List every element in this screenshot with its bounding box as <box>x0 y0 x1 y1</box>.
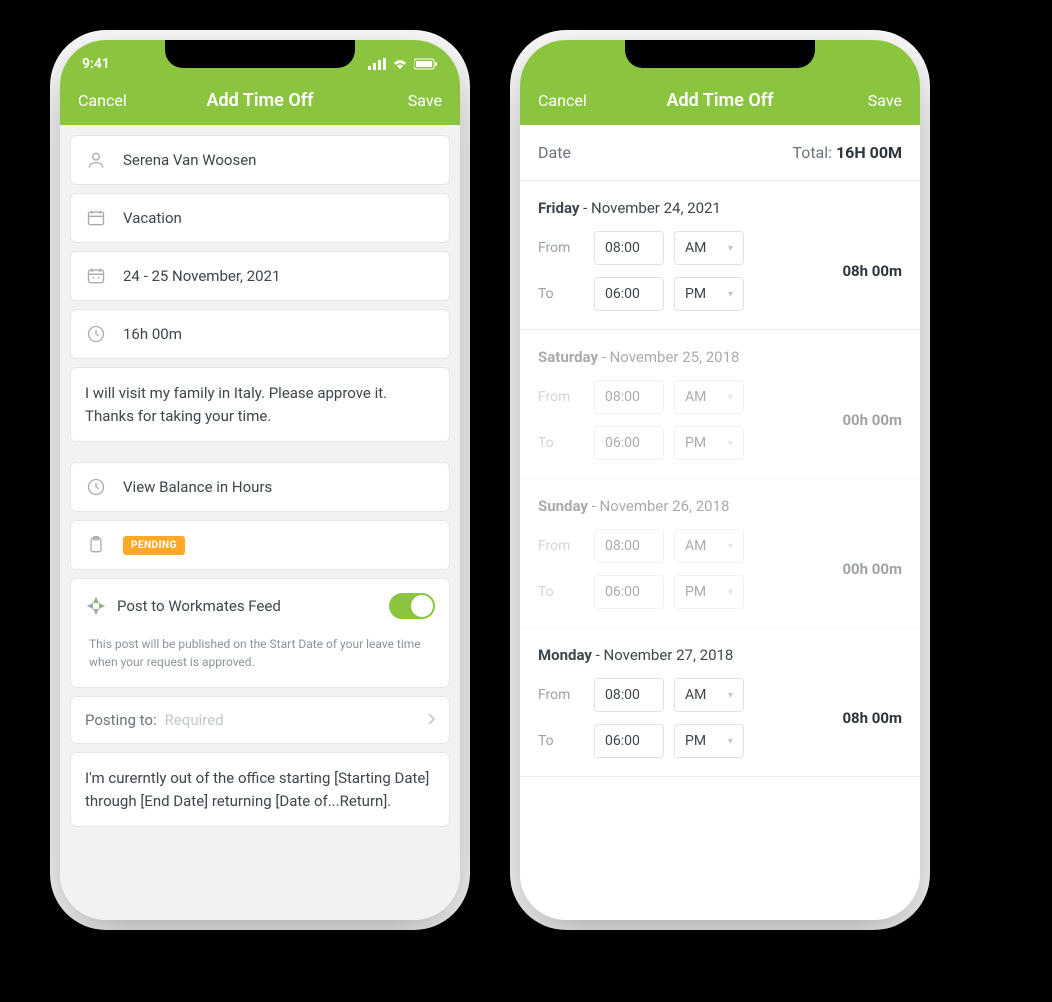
chevron-down-icon: ▾ <box>728 736 733 747</box>
day-title: Friday - November 24, 2021 <box>538 199 902 217</box>
note-field[interactable]: I will visit my family in Italy. Please … <box>70 367 450 442</box>
phone-notch <box>165 40 355 68</box>
feed-hint: This post will be published on the Start… <box>85 629 435 673</box>
phone-form: 9:41 Cancel Add Time Off Save Serena Van… <box>60 40 460 920</box>
from-ampm-select[interactable]: AM▾ <box>674 529 744 563</box>
day-total: 08h 00m <box>842 709 902 727</box>
chevron-down-icon: ▾ <box>728 690 733 701</box>
from-time-input[interactable]: 08:00 <box>594 678 664 712</box>
wifi-icon <box>392 58 408 70</box>
form-content: Serena Van Woosen Vacation 24 - 25 Novem… <box>60 125 460 920</box>
to-label: To <box>538 286 584 302</box>
save-button[interactable]: Save <box>846 91 902 110</box>
from-time-input[interactable]: 08:00 <box>594 529 664 563</box>
to-ampm-select[interactable]: PM▾ <box>674 426 744 460</box>
chevron-down-icon: ▾ <box>728 289 733 300</box>
posting-label: Posting to: <box>85 711 157 729</box>
calendar-icon <box>85 266 107 286</box>
from-label: From <box>538 538 584 554</box>
vacation-icon <box>85 208 107 228</box>
chevron-down-icon: ▾ <box>728 541 733 552</box>
chevron-right-icon <box>427 711 435 729</box>
day-block: Sunday - November 26, 2018 From 08:00 AM… <box>520 479 920 628</box>
user-value: Serena Van Woosen <box>123 151 256 169</box>
status-badge: PENDING <box>123 536 185 555</box>
day-total: 00h 00m <box>842 411 902 429</box>
to-time-input[interactable]: 06:00 <box>594 277 664 311</box>
clock-icon <box>85 324 107 344</box>
user-row[interactable]: Serena Van Woosen <box>70 135 450 185</box>
type-row[interactable]: Vacation <box>70 193 450 243</box>
day-title: Monday - November 27, 2018 <box>538 646 902 664</box>
posting-to-row[interactable]: Posting to: Required <box>70 696 450 744</box>
chevron-down-icon: ▾ <box>728 392 733 403</box>
chevron-down-icon: ▾ <box>728 438 733 449</box>
dates-value: 24 - 25 November, 2021 <box>123 267 280 285</box>
dates-row[interactable]: 24 - 25 November, 2021 <box>70 251 450 301</box>
battery-icon <box>414 58 438 70</box>
to-label: To <box>538 435 584 451</box>
to-ampm-select[interactable]: PM▾ <box>674 277 744 311</box>
balance-row[interactable]: View Balance in Hours <box>70 462 450 512</box>
day-total: 08h 00m <box>842 262 902 280</box>
day-title: Saturday - November 25, 2018 <box>538 348 902 366</box>
phone-notch <box>625 40 815 68</box>
day-title: Sunday - November 26, 2018 <box>538 497 902 515</box>
to-ampm-select[interactable]: PM▾ <box>674 724 744 758</box>
save-button[interactable]: Save <box>386 91 442 110</box>
from-label: From <box>538 687 584 703</box>
feed-label: Post to Workmates Feed <box>117 597 281 615</box>
schedule-content: Date Total: 16H 00M Friday - November 24… <box>520 125 920 920</box>
phone-schedule: . Cancel Add Time Off Save Date Total: 1… <box>520 40 920 920</box>
day-block: Saturday - November 25, 2018 From 08:00 … <box>520 330 920 479</box>
status-icons <box>368 58 438 70</box>
total-summary: Total: 16H 00M <box>792 143 902 162</box>
day-total: 00h 00m <box>842 560 902 578</box>
balance-label: View Balance in Hours <box>123 478 272 496</box>
from-label: From <box>538 240 584 256</box>
day-block: Friday - November 24, 2021 From 08:00 AM… <box>520 181 920 330</box>
status-row: PENDING <box>70 520 450 570</box>
nav-bar: Cancel Add Time Off Save <box>520 76 920 125</box>
workmates-icon <box>85 596 107 616</box>
page-title: Add Time Off <box>594 90 846 111</box>
from-ampm-select[interactable]: AM▾ <box>674 380 744 414</box>
clock-icon <box>85 477 107 497</box>
feed-toggle[interactable] <box>389 593 435 619</box>
status-time: 9:41 <box>82 56 110 72</box>
nav-bar: Cancel Add Time Off Save <box>60 76 460 125</box>
cancel-button[interactable]: Cancel <box>78 91 134 110</box>
cancel-button[interactable]: Cancel <box>538 91 594 110</box>
from-ampm-select[interactable]: AM▾ <box>674 231 744 265</box>
page-title: Add Time Off <box>134 90 386 111</box>
to-ampm-select[interactable]: PM▾ <box>674 575 744 609</box>
duration-value: 16h 00m <box>123 325 182 343</box>
chevron-down-icon: ▾ <box>728 587 733 598</box>
from-label: From <box>538 389 584 405</box>
to-label: To <box>538 584 584 600</box>
feed-row: Post to Workmates Feed This post will be… <box>70 578 450 688</box>
date-label: Date <box>538 143 571 162</box>
posting-value: Required <box>165 711 224 729</box>
user-icon <box>85 150 107 170</box>
to-time-input[interactable]: 06:00 <box>594 724 664 758</box>
chevron-down-icon: ▾ <box>728 243 733 254</box>
from-time-input[interactable]: 08:00 <box>594 231 664 265</box>
to-time-input[interactable]: 06:00 <box>594 426 664 460</box>
from-ampm-select[interactable]: AM▾ <box>674 678 744 712</box>
message-field[interactable]: I'm curerntly out of the office starting… <box>70 752 450 827</box>
duration-row[interactable]: 16h 00m <box>70 309 450 359</box>
day-block: Monday - November 27, 2018 From 08:00 AM… <box>520 628 920 777</box>
type-value: Vacation <box>123 209 182 227</box>
clipboard-icon <box>85 535 107 555</box>
from-time-input[interactable]: 08:00 <box>594 380 664 414</box>
summary-row: Date Total: 16H 00M <box>520 125 920 181</box>
to-time-input[interactable]: 06:00 <box>594 575 664 609</box>
signal-icon <box>368 58 386 70</box>
to-label: To <box>538 733 584 749</box>
